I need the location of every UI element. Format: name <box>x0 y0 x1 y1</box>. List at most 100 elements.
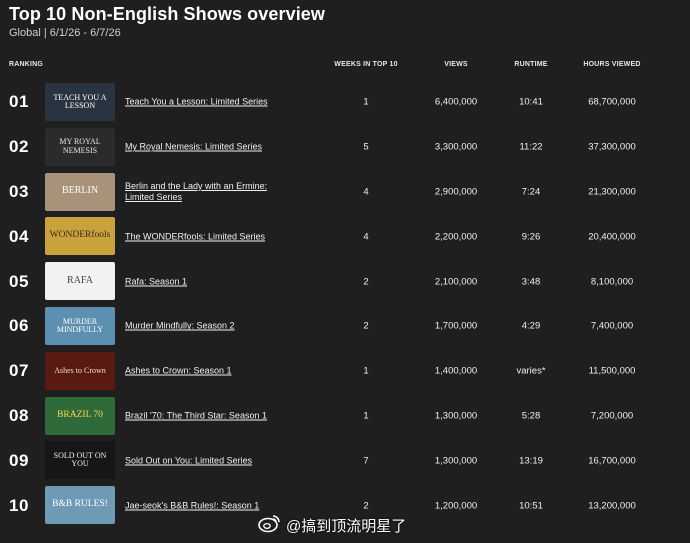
hours-cell: 68,700,000 <box>588 96 636 108</box>
table-row: 09 SOLD OUT ON YOU Sold Out on You: Limite… <box>0 438 690 483</box>
hours-cell: 13,200,000 <box>588 500 636 512</box>
watermark: @搞到顶流明星了 <box>258 513 406 537</box>
hours-cell: 37,300,000 <box>588 141 636 153</box>
thumbnail-title-art: BERLIN <box>61 185 99 197</box>
runtime-column-header: RUNTIME <box>514 61 548 68</box>
show-thumbnail[interactable]: RAFA <box>45 262 115 301</box>
rank-number: 03 <box>9 181 29 201</box>
weeks-cell: 2 <box>363 500 369 512</box>
show-thumbnail[interactable]: SOLD OUT ON YOU <box>45 441 115 480</box>
hours-cell: 16,700,000 <box>588 455 636 467</box>
runtime-cell: 5:28 <box>521 410 541 422</box>
show-thumbnail[interactable]: BERLIN <box>45 172 115 211</box>
runtime-cell: 7:24 <box>521 186 541 198</box>
show-title-link[interactable]: Murder Mindfully: Season 2 <box>125 321 295 332</box>
rank-number: 02 <box>9 137 29 157</box>
thumbnail-title-art: MY ROYAL NEMESIS <box>59 137 101 155</box>
runtime-cell: 3:48 <box>521 276 541 288</box>
weeks-cell: 4 <box>363 186 369 198</box>
table-row: 08 BRAZIL 70 Brazil '70: The Third Star: S… <box>0 394 690 439</box>
views-cell: 3,300,000 <box>434 141 478 153</box>
show-thumbnail[interactable]: B&B RULES! <box>45 486 115 525</box>
hours-cell: 21,300,000 <box>588 186 636 198</box>
weeks-cell: 1 <box>363 96 369 108</box>
watermark-text: @搞到顶流明星了 <box>286 517 407 535</box>
table-row: 03 BERLIN Berlin and the Lady with an Ermi… <box>0 170 690 215</box>
views-cell: 1,400,000 <box>434 365 478 377</box>
runtime-cell: 13:19 <box>519 455 543 467</box>
runtime-cell: 4:29 <box>521 320 541 332</box>
views-cell: 6,400,000 <box>434 96 478 108</box>
thumbnail-title-art: TEACH YOU A LESSON <box>53 92 107 110</box>
thumbnail-title-art: SOLD OUT ON YOU <box>53 450 107 469</box>
hours-cell: 7,200,000 <box>590 410 634 422</box>
show-title-link[interactable]: Brazil '70: The Third Star: Season 1 <box>125 410 295 421</box>
page-title: Top 10 Non-English Shows overview <box>9 4 326 24</box>
rank-number: 06 <box>9 316 29 336</box>
rank-number: 05 <box>9 271 29 291</box>
table-row: 05 RAFA Rafa: Season 1 2 2,100,000 3:48 8,100,… <box>0 259 690 304</box>
ranking-column-header: RANKING <box>9 61 44 68</box>
show-title-link[interactable]: Jae-seok's B&B Rules!: Season 1 <box>125 500 295 511</box>
thumbnail-title-art: B&B RULES! <box>52 499 108 510</box>
rank-number: 08 <box>9 405 29 425</box>
weeks-cell: 7 <box>363 455 369 467</box>
table-row: 02 MY ROYAL NEMESIS My Royal Nemesis: Limi… <box>0 125 690 170</box>
runtime-cell: 10:41 <box>519 96 543 108</box>
show-title-link[interactable]: Teach You a Lesson: Limited Series <box>125 97 295 108</box>
show-thumbnail[interactable]: BRAZIL 70 <box>45 396 115 435</box>
show-thumbnail[interactable]: MY ROYAL NEMESIS <box>45 127 115 166</box>
weeks-cell: 1 <box>363 410 369 422</box>
show-title-link[interactable]: My Royal Nemesis: Limited Series <box>125 142 295 153</box>
runtime-cell: varies* <box>516 365 546 377</box>
views-cell: 1,700,000 <box>434 320 478 332</box>
show-thumbnail[interactable]: Ashes to Crown <box>45 351 115 390</box>
weeks-cell: 1 <box>363 365 369 377</box>
show-title-link[interactable]: Berlin and the Lady with an Ermine: Limi… <box>125 181 295 203</box>
hours-cell: 11,500,000 <box>588 365 636 377</box>
views-column-header: VIEWS <box>444 61 468 68</box>
show-thumbnail[interactable]: WONDERfools <box>45 217 115 256</box>
views-cell: 1,300,000 <box>434 455 478 467</box>
date-range-subtitle: Global | 6/1/26 - 6/7/26 <box>9 27 121 39</box>
hours-cell: 20,400,000 <box>588 231 636 243</box>
rank-number: 04 <box>9 226 29 246</box>
runtime-cell: 10:51 <box>519 500 543 512</box>
thumbnail-title-art: BRAZIL 70 <box>57 409 103 420</box>
hours-cell: 8,100,000 <box>590 276 634 288</box>
show-thumbnail[interactable]: MURDER MINDFULLY <box>45 306 115 345</box>
views-cell: 2,200,000 <box>434 231 478 243</box>
weeks-column-header: WEEKS IN TOP 10 <box>334 61 398 68</box>
show-title-link[interactable]: Ashes to Crown: Season 1 <box>125 366 295 377</box>
show-title-link[interactable]: Rafa: Season 1 <box>125 276 295 287</box>
thumbnail-title-art: MURDER MINDFULLY <box>56 316 104 334</box>
hours-column-header: HOURS VIEWED <box>583 61 641 68</box>
weeks-cell: 5 <box>363 141 369 153</box>
views-cell: 1,300,000 <box>434 410 478 422</box>
thumbnail-title-art: Ashes to Crown <box>54 365 106 375</box>
weeks-cell: 2 <box>363 276 369 288</box>
weeks-cell: 2 <box>363 320 369 332</box>
weibo-icon <box>258 513 282 537</box>
table-row: 06 MURDER MINDFULLY Murder Mindfully: Seas… <box>0 304 690 349</box>
table-row: 07 Ashes to Crown Ashes to Crown: Season 1… <box>0 349 690 394</box>
hours-cell: 7,400,000 <box>590 320 634 332</box>
rank-number: 07 <box>9 361 29 381</box>
table-row: 01 TEACH YOU A LESSON Teach You a Lesson: … <box>0 80 690 125</box>
rank-number: 09 <box>9 450 29 470</box>
rank-number: 01 <box>9 92 29 112</box>
views-cell: 2,900,000 <box>434 186 478 198</box>
views-cell: 2,100,000 <box>434 276 478 288</box>
ranking-table: 01 TEACH YOU A LESSON Teach You a Lesson: … <box>0 80 690 528</box>
thumbnail-title-art: RAFA <box>67 274 93 286</box>
thumbnail-title-art: WONDERfools <box>49 230 111 241</box>
weeks-cell: 4 <box>363 231 369 243</box>
show-title-link[interactable]: Sold Out on You: Limited Series <box>125 455 295 466</box>
rank-number: 10 <box>9 495 29 515</box>
views-cell: 1,200,000 <box>434 500 478 512</box>
table-row: 04 WONDERfools The WONDERfools: Limited Se… <box>0 214 690 259</box>
runtime-cell: 9:26 <box>521 231 541 243</box>
show-thumbnail[interactable]: TEACH YOU A LESSON <box>45 83 115 121</box>
runtime-cell: 11:22 <box>519 141 543 153</box>
show-title-link[interactable]: The WONDERfools: Limited Series <box>125 231 295 242</box>
